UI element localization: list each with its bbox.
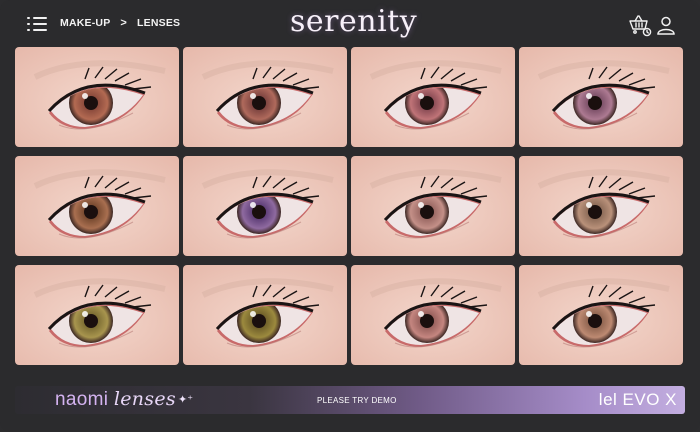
breadcrumb: MAKE-UP > LENSES xyxy=(60,17,180,29)
lens-swatch[interactable] xyxy=(351,265,515,365)
lens-swatch[interactable] xyxy=(351,156,515,256)
banner-brand: naomi lenses xyxy=(55,388,176,411)
lens-swatch[interactable] xyxy=(519,265,683,365)
lens-swatch[interactable] xyxy=(183,265,347,365)
lens-swatch[interactable] xyxy=(15,47,179,147)
promo-banner[interactable]: naomi lenses ✦⁺ PLEASE TRY DEMO lel EVO … xyxy=(15,386,685,414)
lens-swatch[interactable] xyxy=(15,156,179,256)
brand-logo[interactable]: serenity xyxy=(290,4,417,39)
lens-swatch[interactable] xyxy=(351,47,515,147)
lens-grid xyxy=(15,47,685,365)
cart-icon[interactable] xyxy=(628,14,652,38)
lens-swatch[interactable] xyxy=(519,156,683,256)
breadcrumb-lenses[interactable]: LENSES xyxy=(137,17,180,29)
try-demo-label[interactable]: PLEASE TRY DEMO xyxy=(317,396,397,405)
lens-swatch[interactable] xyxy=(15,265,179,365)
breadcrumb-makeup[interactable]: MAKE-UP xyxy=(60,17,110,29)
sparkle-icon: ✦⁺ xyxy=(178,394,194,406)
user-icon[interactable] xyxy=(656,15,676,35)
menu-icon[interactable] xyxy=(27,16,47,32)
lens-swatch[interactable] xyxy=(519,47,683,147)
lens-swatch[interactable] xyxy=(183,156,347,256)
breadcrumb-separator: > xyxy=(120,17,128,29)
lens-swatch[interactable] xyxy=(183,47,347,147)
app-frame: MAKE-UP > LENSES serenity naomi lenses ✦… xyxy=(0,0,700,432)
banner-brand-product: lenses xyxy=(113,388,176,410)
banner-brand-name: naomi xyxy=(55,389,109,410)
compatibility-label: lel EVO X xyxy=(598,390,677,409)
top-bar: MAKE-UP > LENSES serenity xyxy=(0,0,700,44)
